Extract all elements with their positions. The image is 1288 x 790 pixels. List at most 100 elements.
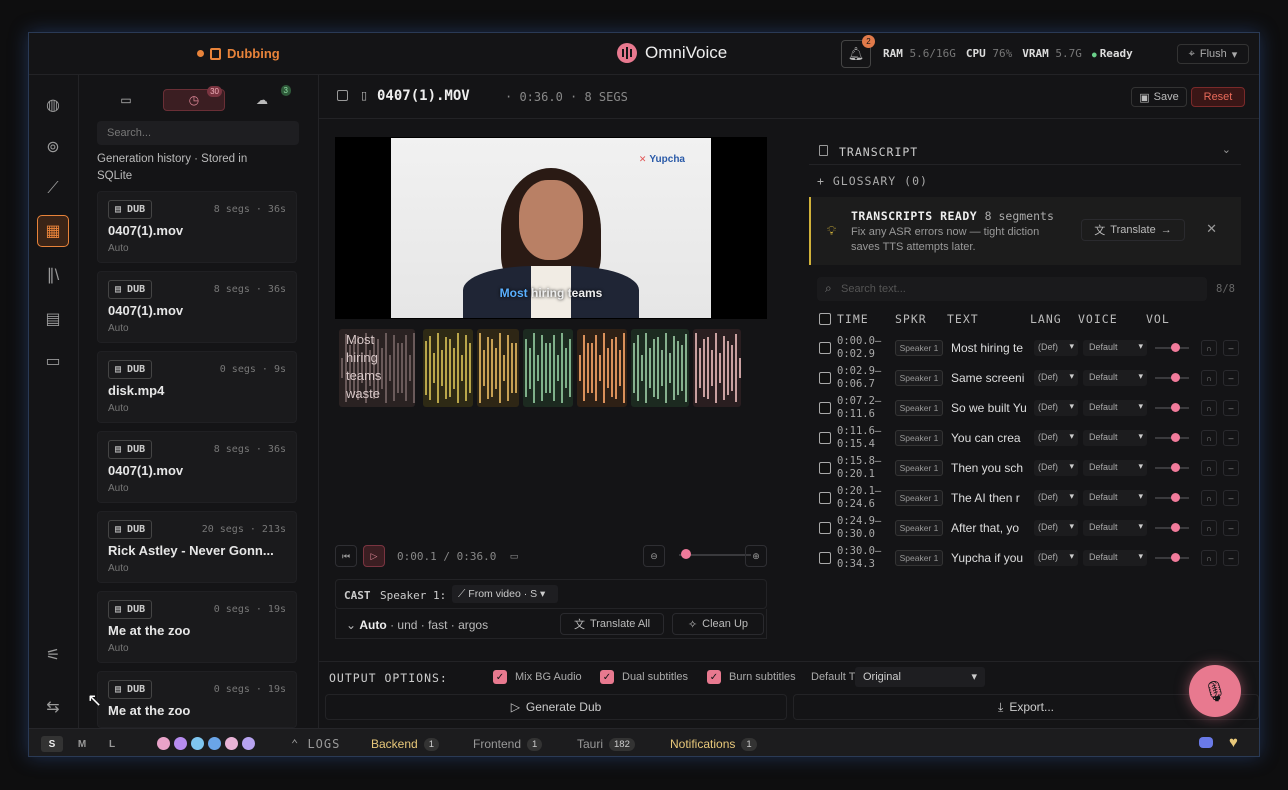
transcript-row[interactable]: 0:11.6–0:15.4 Speaker 1 You can crea (Def) D… <box>809 423 1241 453</box>
transcript-row[interactable]: 0:20.1– 0:24.6 Speaker 1 The AI then r (Def)… <box>809 483 1241 513</box>
waveform-segment[interactable] <box>423 329 473 407</box>
transcript-row[interactable]: 0:00.0– 0:02.9 Speaker 1 Most hiring te (Def… <box>809 333 1241 363</box>
notifications-button[interactable]: 🔔︎ 2 <box>841 35 875 68</box>
magic-wand-icon[interactable]: ⟋ <box>37 173 69 205</box>
voice-source-select[interactable]: ⟋ From video · S ▾ <box>452 585 558 603</box>
voice-select[interactable]: Default <box>1083 370 1147 386</box>
flush-dropdown[interactable]: ⌖ Flush ▾ <box>1177 44 1249 64</box>
waveform-segment[interactable] <box>523 329 573 407</box>
language-select[interactable]: (Def) <box>1034 460 1078 476</box>
remove-icon[interactable]: – <box>1223 340 1239 356</box>
segment-text[interactable]: Then you sch <box>951 461 1029 475</box>
headphones-icon[interactable]: ∩ <box>1201 490 1217 506</box>
voice-select[interactable]: Default <box>1083 340 1147 356</box>
history-item[interactable]: ▤ DUB 0 segs · 9s disk.mp4 Auto <box>97 351 297 423</box>
document-icon[interactable]: ▤ <box>37 303 69 335</box>
default-track-select[interactable]: Original <box>855 667 985 687</box>
volume-knob[interactable] <box>1171 403 1180 412</box>
video-player[interactable]: Yupcha Most hiring teams <box>335 137 767 319</box>
remove-icon[interactable]: – <box>1223 490 1239 506</box>
headphones-icon[interactable]: ∩ <box>1201 460 1217 476</box>
size-large-button[interactable]: L <box>101 736 123 752</box>
row-checkbox[interactable] <box>819 432 831 444</box>
language-select[interactable]: (Def) <box>1034 370 1078 386</box>
subtitle-icon[interactable]: ▭ <box>503 545 525 567</box>
microphone-button[interactable]: 🎙︎ <box>1189 665 1241 717</box>
row-checkbox[interactable] <box>819 492 831 504</box>
mode-indicator[interactable]: Dubbing <box>197 46 280 61</box>
folder-icon[interactable]: ▭ <box>37 345 69 377</box>
save-button[interactable]: ▣ Save <box>1131 87 1187 107</box>
row-checkbox[interactable] <box>819 402 831 414</box>
library-icon[interactable]: ∥\ <box>37 259 69 291</box>
transcript-row[interactable]: 0:15.8–0:20.1 Speaker 1 Then you sch (Def) D… <box>809 453 1241 483</box>
skip-back-button[interactable]: ⏮︎ <box>335 545 357 567</box>
mix-bg-checkbox[interactable]: ✓ <box>493 670 507 684</box>
headphones-icon[interactable]: ∩ <box>1201 370 1217 386</box>
speaker-badge[interactable]: Speaker 1 <box>895 460 943 476</box>
volume-knob[interactable] <box>1171 523 1180 532</box>
film-icon[interactable]: ▦ <box>37 215 69 247</box>
theme-swatch[interactable] <box>208 737 221 750</box>
history-item[interactable]: ▤ DUB 8 segs · 36s 0407(1).mov Auto <box>97 431 297 503</box>
remove-icon[interactable]: – <box>1223 430 1239 446</box>
segment-text[interactable]: So we built Yu <box>951 401 1029 415</box>
zoom-in-button[interactable]: ⊕ <box>745 545 767 567</box>
voice-select[interactable]: Default <box>1083 490 1147 506</box>
language-select[interactable]: (Def) <box>1034 430 1078 446</box>
remove-icon[interactable]: – <box>1223 370 1239 386</box>
segment-text[interactable]: You can crea <box>951 431 1029 445</box>
segment-text[interactable]: Most hiring te <box>951 341 1029 355</box>
theme-swatch[interactable] <box>225 737 238 750</box>
speaker-badge[interactable]: Speaker 1 <box>895 430 943 446</box>
theme-swatch[interactable] <box>191 737 204 750</box>
reset-button[interactable]: Reset <box>1191 87 1245 107</box>
volume-knob[interactable] <box>1171 433 1180 442</box>
volume-knob[interactable] <box>1171 493 1180 502</box>
volume-knob[interactable] <box>1171 463 1180 472</box>
translation-settings[interactable]: ⌄ Auto · und · fast · argos <box>346 618 488 632</box>
voice-select[interactable]: Default <box>1083 520 1147 536</box>
waveform-timeline[interactable]: Most hiring teams waste <box>339 327 759 411</box>
headphones-icon[interactable]: ∩ <box>1201 520 1217 536</box>
history-item[interactable]: ▤ DUB 0 segs · 19s Me at the zoo Auto <box>97 591 297 663</box>
theme-swatch[interactable] <box>174 737 187 750</box>
tab-cloud[interactable]: ☁︎ 3 <box>231 85 293 111</box>
speaker-badge[interactable]: Speaker 1 <box>895 550 943 566</box>
language-select[interactable]: (Def) <box>1034 400 1078 416</box>
row-checkbox[interactable] <box>819 462 831 474</box>
speaker-badge[interactable]: Speaker 1 <box>895 370 943 386</box>
language-select[interactable]: (Def) <box>1034 490 1078 506</box>
waveform-segment[interactable] <box>477 329 519 407</box>
headphones-icon[interactable]: ∩ <box>1201 400 1217 416</box>
volume-knob[interactable] <box>1171 373 1180 382</box>
zoom-slider-knob[interactable] <box>681 549 691 559</box>
swap-icon[interactable]: ⇆ <box>37 691 69 723</box>
speaker-badge[interactable]: Speaker 1 <box>895 520 943 536</box>
speaker-badge[interactable]: Speaker 1 <box>895 490 943 506</box>
history-item[interactable]: ▤ DUB 0 segs · 19s Me at the zoo <box>97 671 297 728</box>
segment-text[interactable]: The AI then r <box>951 491 1029 505</box>
chevron-down-icon[interactable]: ⌄ <box>1222 143 1231 156</box>
log-tab[interactable]: Tauri 182 <box>577 737 635 751</box>
zoom-out-button[interactable]: ⊖ <box>643 545 665 567</box>
clean-up-button[interactable]: ✧ Clean Up <box>672 613 764 635</box>
history-item[interactable]: ▤ DUB 20 segs · 213s Rick Astley - Never G… <box>97 511 297 583</box>
transcript-row[interactable]: 0:30.0– 0:34.3 Speaker 1 Yupcha if you (Def)… <box>809 543 1241 573</box>
history-search-input[interactable]: Search... <box>97 121 299 145</box>
row-checkbox[interactable] <box>819 552 831 564</box>
tab-history[interactable]: ◷ 30 <box>163 86 225 111</box>
discord-icon[interactable] <box>1199 737 1213 748</box>
headphones-icon[interactable]: ∩ <box>1201 340 1217 356</box>
translate-all-button[interactable]: 文 Translate All <box>560 613 664 635</box>
segment-text[interactable]: Yupcha if you <box>951 551 1029 565</box>
transcript-row[interactable]: 0:02.9–0:06.7 Speaker 1 Same screeni (Def) D… <box>809 363 1241 393</box>
size-medium-button[interactable]: M <box>71 736 93 752</box>
language-select[interactable]: (Def) <box>1034 520 1078 536</box>
segment-text[interactable]: Same screeni <box>951 371 1029 385</box>
waveform-segment[interactable] <box>631 329 689 407</box>
remove-icon[interactable]: – <box>1223 520 1239 536</box>
select-all-checkbox[interactable] <box>819 313 831 325</box>
voice-select[interactable]: Default <box>1083 460 1147 476</box>
headphones-icon[interactable]: ∩ <box>1201 550 1217 566</box>
